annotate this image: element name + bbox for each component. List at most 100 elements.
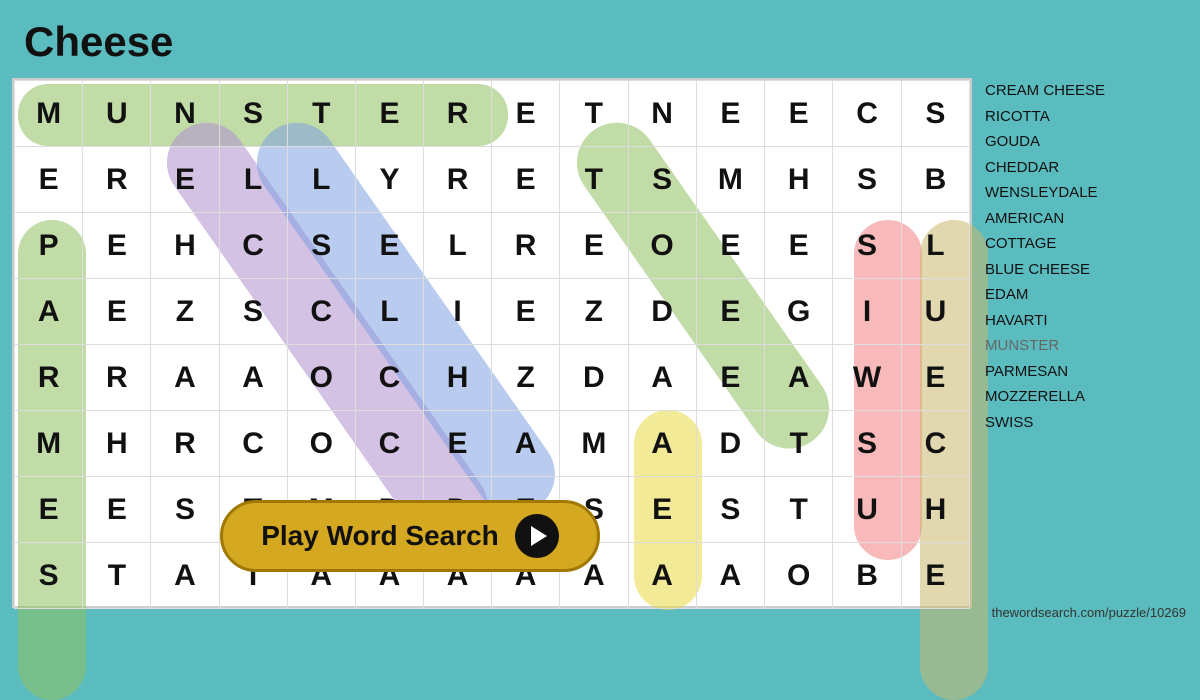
grid-cell: G [765,279,833,345]
grid-cell: H [901,477,969,543]
grid-cell: O [287,345,355,411]
grid-cell: E [83,477,151,543]
grid-cell: H [424,345,492,411]
grid-cell: M [560,411,628,477]
grid-cell: R [83,345,151,411]
grid-cell: Z [560,279,628,345]
play-button-label: Play Word Search [261,520,499,552]
grid-cell: S [219,81,287,147]
grid-cell: B [833,543,902,609]
grid-cell: A [219,345,287,411]
grid-cell: E [696,345,764,411]
grid-cell: R [424,81,492,147]
grid-cell: H [765,147,833,213]
grid-cell: A [628,411,696,477]
grid-cell: L [219,147,287,213]
grid-cell: U [901,279,969,345]
grid-cell: T [560,147,628,213]
grid-cell: C [355,411,423,477]
grid-cell: M [696,147,764,213]
grid-cell: T [765,477,833,543]
grid-cell: L [355,279,423,345]
grid-cell: S [833,411,902,477]
word-list-item: CREAM CHEESE [985,78,1195,104]
grid-cell: S [901,81,969,147]
grid-cell: L [424,213,492,279]
grid-cell: S [628,147,696,213]
play-button[interactable]: Play Word Search [220,500,600,572]
grid-cell: A [151,543,219,609]
grid-cell: A [15,279,83,345]
grid-cell: E [424,411,492,477]
grid-cell: E [355,81,423,147]
grid-cell: A [151,345,219,411]
grid-cell: D [628,279,696,345]
grid-cell: A [492,411,560,477]
grid-cell: E [765,213,833,279]
grid-cell: S [15,543,83,609]
grid-cell: O [628,213,696,279]
word-list-item: BLUE CHEESE [985,257,1195,283]
grid-cell: O [765,543,833,609]
grid-cell: C [355,345,423,411]
grid-cell: T [287,81,355,147]
grid-cell: N [151,81,219,147]
grid-cell: E [765,81,833,147]
grid-cell: Y [355,147,423,213]
grid-cell: S [696,477,764,543]
word-list-item: GOUDA [985,129,1195,155]
grid-cell: B [901,147,969,213]
grid-cell: S [287,213,355,279]
grid-cell: P [15,213,83,279]
grid-cell: D [696,411,764,477]
grid-cell: S [151,477,219,543]
grid-cell: T [83,543,151,609]
word-list-item: RICOTTA [985,104,1195,130]
grid-cell: E [696,81,764,147]
grid-cell: W [833,345,902,411]
word-list-item: EDAM [985,282,1195,308]
grid-cell: M [15,411,83,477]
grid-cell: M [15,81,83,147]
grid-cell: Z [151,279,219,345]
word-list: CREAM CHEESERICOTTAGOUDACHEDDARWENSLEYDA… [985,78,1195,435]
grid-cell: T [765,411,833,477]
grid-cell: E [492,279,560,345]
grid-cell: C [219,411,287,477]
page-title: Cheese [24,18,173,66]
grid-cell: R [492,213,560,279]
grid-cell: E [901,543,969,609]
grid-cell: A [765,345,833,411]
grid-cell: R [424,147,492,213]
word-list-item: MUNSTER [985,333,1195,359]
grid-cell: E [628,477,696,543]
grid-cell: Z [492,345,560,411]
grid-cell: E [83,213,151,279]
grid-cell: E [15,477,83,543]
grid-cell: C [219,213,287,279]
grid-cell: I [424,279,492,345]
grid-cell: S [833,213,902,279]
grid-cell: R [15,345,83,411]
grid-cell: E [696,279,764,345]
grid-cell: L [287,147,355,213]
grid-cell: U [833,477,902,543]
grid-cell: E [83,279,151,345]
word-list-item: WENSLEYDALE [985,180,1195,206]
word-list-item: MOZZERELLA [985,384,1195,410]
grid-cell: S [833,147,902,213]
play-icon [515,514,559,558]
grid-cell: C [901,411,969,477]
grid-cell: S [219,279,287,345]
grid-cell: E [901,345,969,411]
grid-cell: E [560,213,628,279]
grid-cell: E [696,213,764,279]
grid-cell: H [83,411,151,477]
grid-cell: R [151,411,219,477]
grid-cell: E [151,147,219,213]
word-list-item: AMERICAN [985,206,1195,232]
grid-cell: A [628,543,696,609]
grid-cell: A [628,345,696,411]
grid-cell: E [492,147,560,213]
grid-cell: T [560,81,628,147]
